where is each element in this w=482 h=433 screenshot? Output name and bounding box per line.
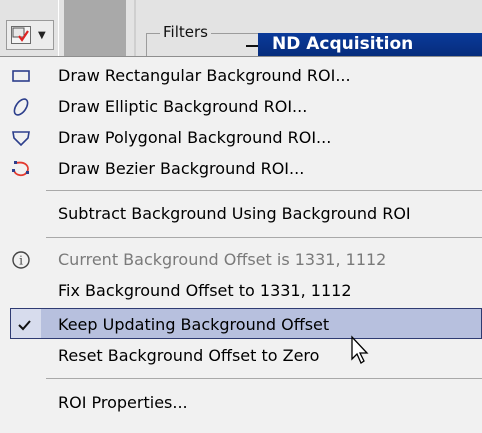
toolbar-divider bbox=[58, 0, 59, 56]
rectangle-icon bbox=[10, 66, 32, 86]
svg-text:i: i bbox=[19, 254, 23, 268]
menu-item-label: Subtract Background Using Background ROI bbox=[58, 204, 411, 223]
menu-item-keep-updating[interactable]: Keep Updating Background Offset bbox=[10, 308, 482, 339]
select-roi-icon bbox=[11, 26, 31, 44]
roi-tool-button[interactable]: ▼ bbox=[6, 20, 54, 50]
toolbar-divider bbox=[134, 0, 136, 56]
menu-item-current-offset: i Current Background Offset is 1331, 111… bbox=[0, 244, 482, 275]
menu-item-label: Fix Background Offset to 1331, 1112 bbox=[58, 281, 352, 300]
ellipse-icon bbox=[10, 97, 32, 117]
window-title: ND Acquisition bbox=[258, 33, 482, 56]
menu-item-label: Current Background Offset is 1331, 1112 bbox=[58, 250, 387, 269]
menu-item-label: Keep Updating Background Offset bbox=[58, 315, 330, 334]
menu-item-label: Draw Polygonal Background ROI... bbox=[58, 128, 332, 147]
menu-item-fix-offset[interactable]: Fix Background Offset to 1331, 1112 bbox=[0, 275, 482, 306]
menu-item-label: Draw Rectangular Background ROI... bbox=[58, 66, 351, 85]
polygon-icon bbox=[10, 128, 32, 148]
background-roi-menu: Draw Rectangular Background ROI... Draw … bbox=[0, 56, 482, 433]
toolbar: ▼ Filters ND Acquisition bbox=[0, 0, 482, 57]
menu-separator bbox=[46, 237, 482, 238]
filters-label: Filters bbox=[160, 23, 211, 41]
menu-item-roi-properties[interactable]: ROI Properties... bbox=[0, 387, 482, 418]
menu-separator bbox=[46, 190, 482, 191]
menu-separator bbox=[46, 378, 482, 379]
window-minimize-mark bbox=[246, 45, 258, 47]
menu-item-subtract-background[interactable]: Subtract Background Using Background ROI bbox=[0, 198, 482, 229]
mouse-pointer-icon bbox=[350, 335, 374, 367]
check-icon bbox=[14, 315, 36, 335]
menu-item-draw-elliptic[interactable]: Draw Elliptic Background ROI... bbox=[0, 91, 482, 122]
toolbar-panel bbox=[64, 0, 126, 56]
menu-item-draw-rectangular[interactable]: Draw Rectangular Background ROI... bbox=[0, 60, 482, 91]
menu-item-draw-bezier[interactable]: Draw Bezier Background ROI... bbox=[0, 153, 482, 184]
menu-item-reset-offset[interactable]: Reset Background Offset to Zero bbox=[0, 340, 482, 371]
menu-item-label: Draw Elliptic Background ROI... bbox=[58, 97, 308, 116]
menu-item-label: Reset Background Offset to Zero bbox=[58, 346, 320, 365]
menu-item-label: Draw Bezier Background ROI... bbox=[58, 159, 305, 178]
menu-item-draw-polygonal[interactable]: Draw Polygonal Background ROI... bbox=[0, 122, 482, 153]
chevron-down-icon[interactable]: ▼ bbox=[38, 30, 46, 41]
info-icon: i bbox=[10, 250, 32, 270]
menu-item-label: ROI Properties... bbox=[58, 393, 188, 412]
bezier-icon bbox=[10, 159, 32, 179]
